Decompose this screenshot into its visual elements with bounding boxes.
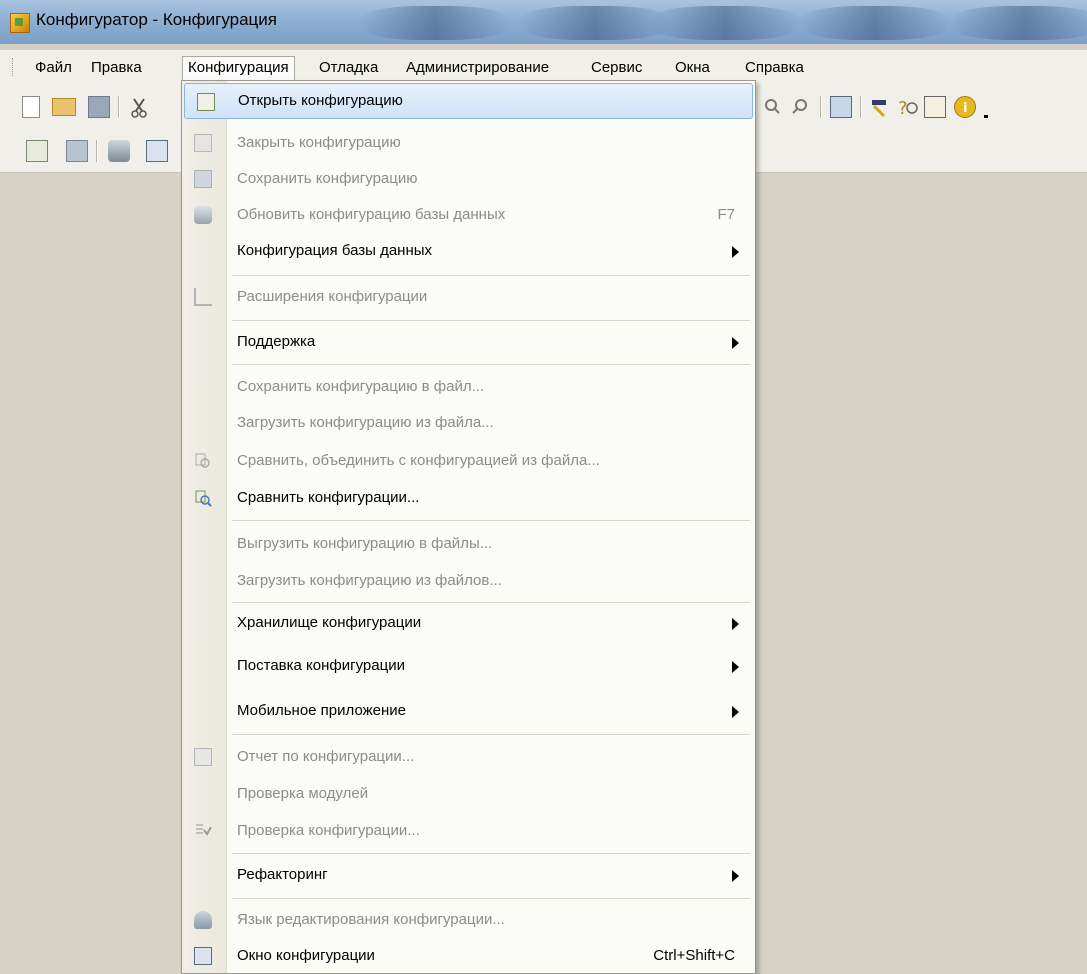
- menu-refactoring[interactable]: Рефакторинг: [182, 857, 755, 893]
- db-update-icon: [194, 206, 212, 224]
- menu-close-configuration[interactable]: Закрыть конфигурацию: [182, 125, 755, 161]
- report-icon: [194, 748, 212, 766]
- menu-config-delivery[interactable]: Поставка конфигурации: [182, 648, 755, 684]
- submenu-arrow-icon: [732, 706, 739, 718]
- menu-import-config-from-files[interactable]: Загрузить конфигурацию из файлов...: [182, 563, 755, 599]
- open-config-icon: [197, 93, 215, 111]
- menu-debug[interactable]: Отладка: [314, 56, 383, 80]
- cut-icon[interactable]: [128, 96, 150, 118]
- menu-edit-language[interactable]: Язык редактирования конфигурации...: [182, 902, 755, 938]
- info-icon[interactable]: i: [954, 96, 976, 118]
- menu-service[interactable]: Сервис: [586, 56, 647, 80]
- menu-module-check[interactable]: Проверка модулей: [182, 776, 755, 812]
- menu-load-config-from-file[interactable]: Загрузить конфигурацию из файла...: [182, 405, 755, 441]
- menu-administration[interactable]: Администрирование: [401, 56, 554, 80]
- window-title: Конфигуратор - Конфигурация: [36, 10, 277, 29]
- menu-compare-merge-file[interactable]: Сравнить, объединить с конфигурацией из …: [182, 443, 755, 479]
- search-icon[interactable]: [760, 96, 782, 118]
- config-window-icon[interactable]: [26, 140, 48, 162]
- close-config-icon: [194, 134, 212, 152]
- wizard-icon[interactable]: [868, 96, 890, 118]
- menu-db-configuration[interactable]: Конфигурация базы данных: [182, 233, 755, 269]
- language-icon: [194, 911, 212, 929]
- title-bar[interactable]: Конфигуратор - Конфигурация: [0, 0, 1087, 44]
- menu-config-report[interactable]: Отчет по конфигурации...: [182, 739, 755, 775]
- db-update-icon[interactable]: [108, 140, 130, 162]
- save-icon[interactable]: [88, 96, 110, 118]
- menu-help[interactable]: Справка: [740, 56, 809, 80]
- menu-mobile-app[interactable]: Мобильное приложение: [182, 693, 755, 729]
- menu-update-db-configuration[interactable]: Обновить конфигурацию базы данных F7: [182, 197, 755, 233]
- table-icon[interactable]: [146, 140, 168, 162]
- menu-config-window[interactable]: Окно конфигурации Ctrl+Shift+C: [182, 938, 755, 974]
- menu-compare-configurations[interactable]: Сравнить конфигурации...: [182, 480, 755, 516]
- search-prev-icon[interactable]: [790, 96, 812, 118]
- menu-support[interactable]: Поддержка: [182, 324, 755, 360]
- menu-open-configuration[interactable]: Открыть конфигурацию: [184, 83, 753, 119]
- submenu-arrow-icon: [732, 246, 739, 258]
- new-file-icon[interactable]: [22, 96, 40, 118]
- app-icon: [10, 13, 30, 33]
- submenu-arrow-icon: [732, 661, 739, 673]
- svg-text:i: i: [963, 101, 967, 116]
- config-window-icon: [194, 947, 212, 965]
- compare-icon: [194, 489, 212, 507]
- menu-extensions[interactable]: Расширения конфигурации: [182, 279, 755, 315]
- open-file-icon[interactable]: [52, 98, 76, 116]
- menu-configuration[interactable]: Конфигурация: [182, 56, 295, 80]
- submenu-arrow-icon: [732, 618, 739, 630]
- menu-file[interactable]: Файл: [30, 56, 77, 80]
- syntax-helper-icon[interactable]: ?: [896, 96, 918, 119]
- svg-text:?: ?: [898, 98, 908, 118]
- extensions-icon: [194, 288, 212, 306]
- configuration-menu: Открыть конфигурацию Закрыть конфигураци…: [181, 80, 756, 974]
- menu-edit[interactable]: Правка: [86, 56, 147, 80]
- submenu-arrow-icon: [732, 870, 739, 882]
- save-config-icon: [194, 170, 212, 188]
- menu-export-config-to-files[interactable]: Выгрузить конфигурацию в файлы...: [182, 526, 755, 562]
- compare-merge-icon: [194, 452, 212, 470]
- menu-config-check[interactable]: Проверка конфигурации...: [182, 813, 755, 849]
- menubar-grip: [12, 58, 15, 76]
- menu-windows[interactable]: Окна: [670, 56, 715, 80]
- toolbar-overflow-icon[interactable]: [982, 106, 990, 118]
- submenu-arrow-icon: [732, 337, 739, 349]
- menu-save-config-to-file[interactable]: Сохранить конфигурацию в файл...: [182, 369, 755, 405]
- save-config-icon[interactable]: [66, 140, 88, 162]
- menu-save-configuration[interactable]: Сохранить конфигурацию: [182, 161, 755, 197]
- menu-config-repository[interactable]: Хранилище конфигурации: [182, 605, 755, 641]
- window-icon[interactable]: [830, 96, 852, 118]
- docs-icon[interactable]: [924, 96, 946, 118]
- menu-bar: Файл Правка Конфигурация Отладка Админис…: [0, 50, 1087, 84]
- check-config-icon: [194, 822, 212, 840]
